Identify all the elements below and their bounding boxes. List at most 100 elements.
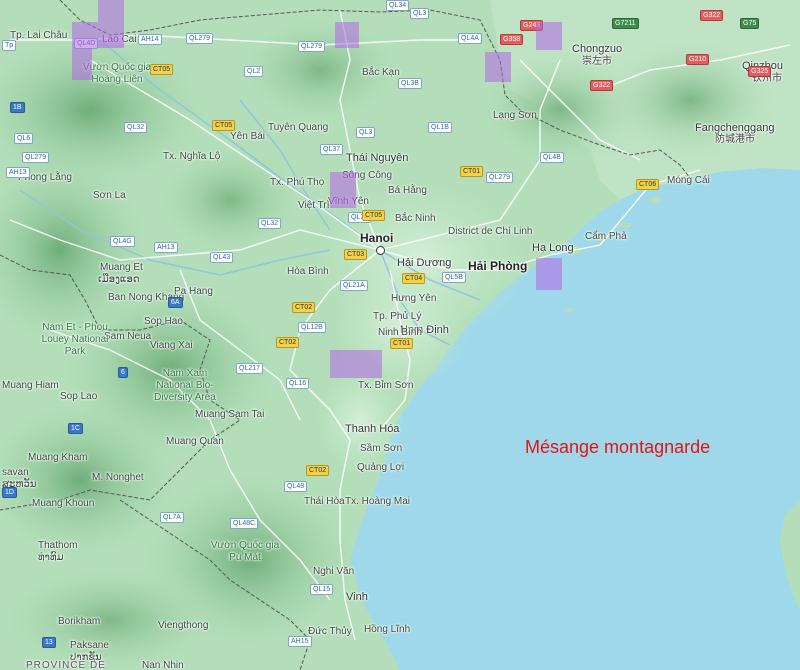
occurrence-cell[interactable] bbox=[335, 22, 359, 48]
map-view[interactable]: Hanoi Hải Phòng Thái Nguyên Hạ Long Hải Dươn… bbox=[0, 0, 800, 670]
occurrence-cell[interactable] bbox=[536, 258, 562, 290]
place-label: ເມືອງແອດ bbox=[98, 274, 140, 285]
park-label: Vườn Quốc gia Pù Mát bbox=[210, 540, 280, 563]
place-label: Tx. Nghĩa Lộ bbox=[163, 151, 221, 162]
road-shield: G7211 bbox=[612, 18, 639, 29]
road-shield: QL3B bbox=[398, 78, 422, 89]
place-label: Thanh Hóa bbox=[345, 423, 400, 435]
place-label: District de Chí Linh bbox=[448, 226, 533, 237]
place-label: 崇左市 bbox=[582, 56, 612, 67]
road-shield: G325 bbox=[748, 66, 772, 77]
capital-marker bbox=[376, 246, 385, 255]
place-label: Hòa Bình bbox=[287, 266, 329, 277]
place-label: Việt Trì bbox=[298, 200, 330, 211]
place-label: Paksane bbox=[70, 640, 109, 651]
place-label: 防城港市 bbox=[715, 134, 755, 145]
road-shield: G358 bbox=[500, 34, 524, 45]
place-label: Fangchenggang bbox=[695, 122, 775, 134]
road-shield: QL7A bbox=[160, 512, 184, 523]
place-label: Yên Bái bbox=[230, 131, 266, 142]
road-shield: QL217 bbox=[236, 363, 264, 374]
place-label: Tx. Phú Thọ bbox=[270, 177, 325, 188]
place-label: Muang Kham bbox=[28, 452, 88, 463]
region-label: PROVINCE DE bbox=[26, 660, 106, 670]
place-label: Lạng Sơn bbox=[493, 110, 537, 121]
park-label: Nam Et - Phou Louey National Park bbox=[41, 322, 109, 357]
place-label: Muang Quan bbox=[166, 436, 224, 447]
place-label: Tp. Lai Châu bbox=[10, 30, 68, 41]
road-shield: CT03 bbox=[344, 249, 368, 260]
place-label: Hạ Long bbox=[532, 242, 574, 254]
place-label: Muang Khoun bbox=[32, 498, 95, 509]
place-label: Thái Hòa bbox=[304, 496, 345, 507]
occurrence-cell[interactable] bbox=[98, 0, 124, 48]
road-shield: 1C bbox=[68, 423, 83, 434]
place-label: Hải Dương bbox=[397, 257, 452, 269]
place-label: Viang Xai bbox=[150, 340, 193, 351]
road-shield: QL4A bbox=[458, 33, 482, 44]
place-label: Đức Thủy bbox=[308, 626, 352, 637]
place-label: Viengthong bbox=[158, 620, 209, 631]
place-label: Sầm Sơn bbox=[360, 443, 403, 454]
place-label: Sop Lao bbox=[60, 391, 98, 402]
place-label: Hồng Lĩnh bbox=[364, 624, 411, 635]
road-shield: QL34 bbox=[386, 0, 410, 11]
road-shield: CT02 bbox=[292, 302, 316, 313]
road-shield: AH15 bbox=[288, 636, 312, 647]
place-label: Bắc Ninh bbox=[395, 213, 436, 224]
road-shield: AH13 bbox=[154, 242, 178, 253]
place-label: Borikham bbox=[58, 616, 101, 627]
place-label: Chongzuo bbox=[572, 43, 623, 55]
occurrence-cell[interactable] bbox=[536, 22, 562, 50]
occurrence-cell[interactable] bbox=[485, 52, 511, 82]
occurrence-cell[interactable] bbox=[330, 172, 356, 208]
occurrence-cell[interactable] bbox=[72, 22, 98, 48]
species-title: Mésange montagnarde bbox=[525, 437, 711, 457]
park-label: Vườn Quốc gia Hoàng Liên bbox=[82, 62, 152, 85]
place-label: Bá Hằng bbox=[388, 185, 427, 196]
place-label: Móng Cái bbox=[667, 175, 710, 186]
place-label: Tx. Hoàng Mai bbox=[345, 496, 411, 507]
road-shield: CT05 bbox=[362, 210, 386, 221]
place-label: Tp. Phủ Lý bbox=[373, 311, 422, 322]
road-shield: QL279 bbox=[298, 41, 326, 52]
road-shield: QL37 bbox=[320, 144, 344, 155]
road-shield: CT02 bbox=[306, 465, 330, 476]
road-shield: G322 bbox=[700, 10, 724, 21]
place-label: Thathom bbox=[38, 540, 78, 551]
place-label: Bắc Kạn bbox=[362, 67, 400, 78]
road-shield: CT01 bbox=[460, 166, 484, 177]
road-shield: QL1B bbox=[428, 122, 452, 133]
place-label: Muang Hiam bbox=[2, 380, 59, 391]
road-shield: QL21A bbox=[340, 280, 368, 291]
road-shield: QL16 bbox=[286, 378, 310, 389]
road-shield: CT06 bbox=[636, 179, 660, 190]
place-label: Tx. Bỉm Sơn bbox=[358, 380, 414, 391]
road-shield: G322 bbox=[590, 80, 614, 91]
road-shield: QL32 bbox=[258, 218, 282, 229]
place-label: M. Nonghet bbox=[92, 472, 144, 483]
road-shield: QL4G bbox=[110, 236, 135, 247]
road-shield: QL2 bbox=[244, 66, 264, 77]
place-label: Nghi Văn bbox=[313, 566, 355, 577]
place-label: Tuyên Quang bbox=[268, 122, 329, 133]
road-shield: CT01 bbox=[390, 338, 414, 349]
road-shield: QL3 bbox=[410, 8, 430, 19]
road-shield: QL4B bbox=[540, 152, 564, 163]
place-label: Cẩm Phả bbox=[585, 231, 627, 242]
road-shield: AH14 bbox=[138, 34, 162, 45]
road-shield: 6 bbox=[118, 367, 128, 378]
place-label: Hưng Yên bbox=[391, 293, 437, 304]
road-shield: CT02 bbox=[276, 337, 300, 348]
road-shield: CT05 bbox=[212, 120, 236, 131]
road-shield: QL279 bbox=[186, 33, 214, 44]
place-label: Muang Et bbox=[100, 262, 143, 273]
road-shield: G210 bbox=[686, 54, 710, 65]
road-shield: QL32 bbox=[124, 122, 148, 133]
place-label: Muang Sam Tai bbox=[195, 409, 265, 420]
occurrence-cell[interactable] bbox=[72, 48, 92, 80]
road-shield: QL6 bbox=[14, 133, 34, 144]
park-label: Nam Xam National Bio-Diversity Area bbox=[154, 368, 216, 403]
occurrence-cell[interactable] bbox=[330, 350, 382, 378]
place-label: Hanoi bbox=[360, 231, 394, 245]
